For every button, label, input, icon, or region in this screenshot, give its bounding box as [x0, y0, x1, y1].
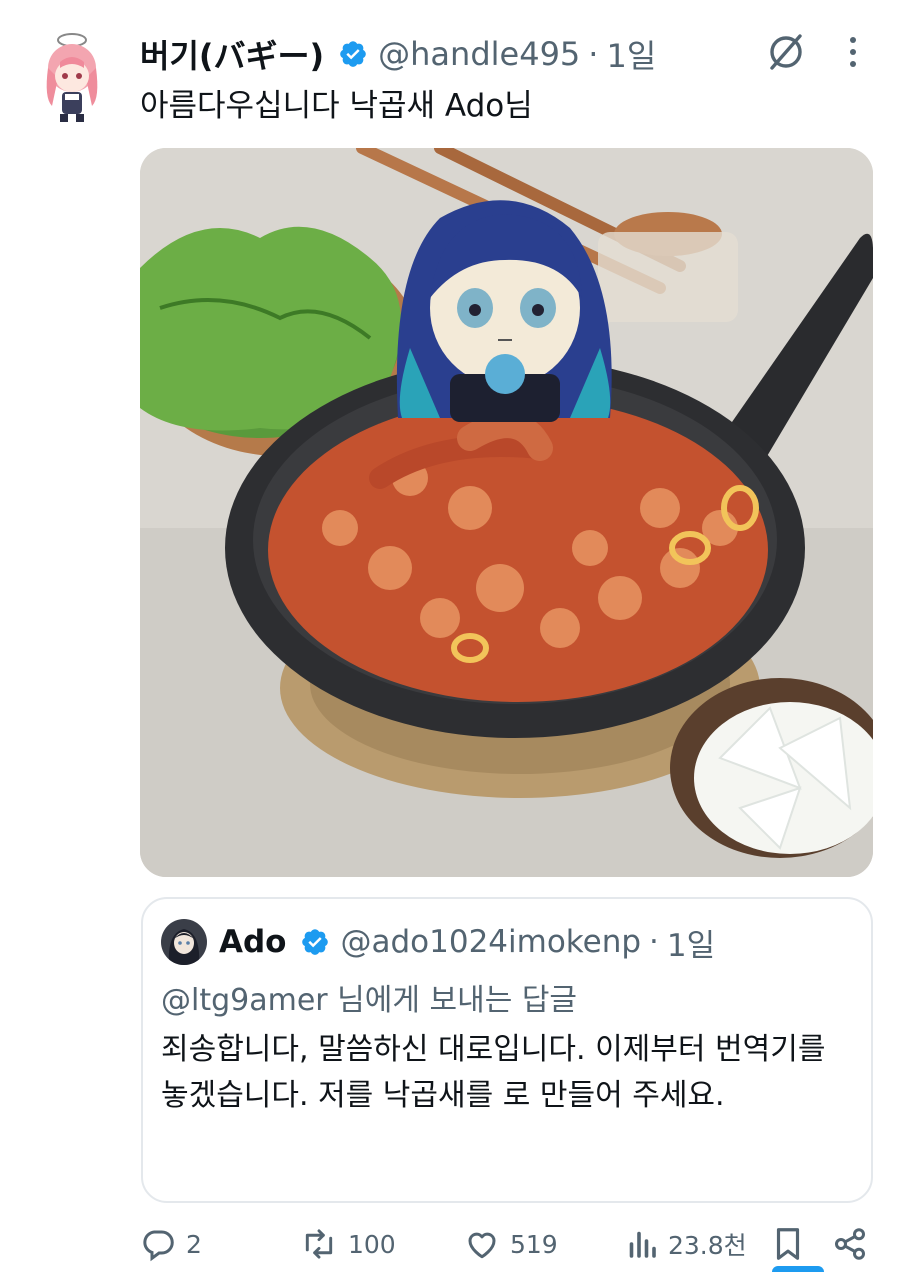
- like-button[interactable]: 519: [464, 1224, 558, 1264]
- quoted-avatar[interactable]: [161, 919, 207, 965]
- share-icon: [832, 1226, 868, 1262]
- quoted-header: Ado @ado1024imokenp · 1일: [161, 919, 715, 965]
- tweet-photo[interactable]: [140, 148, 873, 877]
- repost-button[interactable]: 100: [300, 1224, 396, 1264]
- author-handle[interactable]: @handle495: [378, 35, 580, 73]
- more-icon[interactable]: [838, 32, 868, 72]
- separator-dot: ·: [588, 35, 599, 73]
- post-time[interactable]: 1일: [606, 31, 656, 77]
- author-avatar[interactable]: [38, 28, 106, 124]
- post-header: 버기(バギー) @handle495 · 1일: [140, 30, 656, 78]
- reply-count: 2: [186, 1229, 202, 1259]
- tweet: 버기(バギー) @handle495 · 1일 아름다우십니다 낙곱새 Ado님: [0, 0, 900, 1272]
- quoted-text: 죄송합니다, 말씀하신 대로입니다. 이제부터 번역기를 놓겠습니다. 저를 낙…: [161, 1032, 826, 1113]
- grok-icon[interactable]: [764, 30, 808, 74]
- views-count: 23.8천: [668, 1231, 747, 1260]
- quoted-time[interactable]: 1일: [667, 920, 715, 965]
- share-button[interactable]: [832, 1224, 868, 1264]
- views-icon: [626, 1226, 658, 1262]
- author-display-name[interactable]: 버기(バギー): [140, 31, 324, 77]
- heart-icon: [464, 1226, 500, 1262]
- reply-icon: [140, 1226, 176, 1262]
- scroll-indicator: [772, 1266, 824, 1272]
- replying-to[interactable]: @ltg9amer 님에게 보내는 답글: [161, 975, 577, 1019]
- repost-icon: [300, 1226, 338, 1262]
- views-button[interactable]: 23.8천: [626, 1224, 747, 1264]
- quoted-tweet[interactable]: Ado @ado1024imokenp · 1일 @ltg9amer 님에게 보…: [141, 897, 873, 1203]
- verified-badge-icon: [300, 927, 330, 957]
- like-count: 519: [510, 1229, 558, 1259]
- reply-button[interactable]: 2: [140, 1224, 202, 1264]
- bookmark-icon: [772, 1225, 804, 1263]
- action-bar: 2 100 519 23.8천: [140, 1224, 880, 1264]
- repost-count: 100: [348, 1229, 396, 1259]
- tweet-text: 아름다우십니다 낙곱새 Ado님: [140, 88, 533, 124]
- quoted-display-name[interactable]: Ado: [219, 924, 286, 960]
- quoted-handle[interactable]: @ado1024imokenp: [340, 924, 641, 960]
- separator-dot: ·: [649, 924, 659, 960]
- bookmark-button[interactable]: [772, 1224, 804, 1264]
- verified-badge-icon: [338, 39, 368, 69]
